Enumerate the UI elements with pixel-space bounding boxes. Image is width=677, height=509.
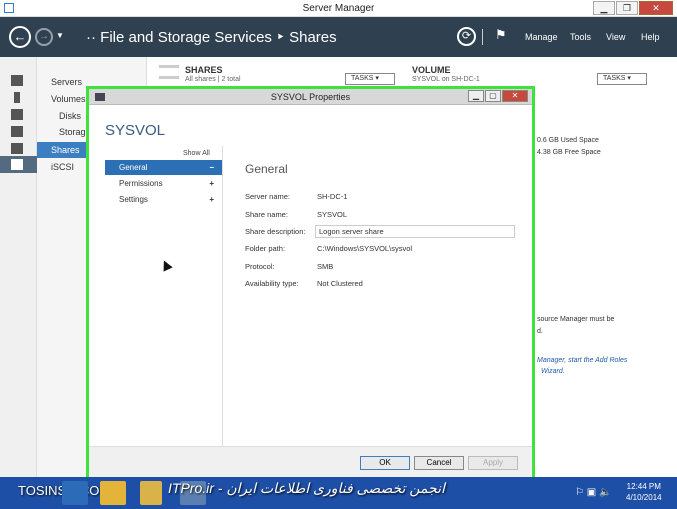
watermark-right: ITPro.ir - انجمن تخصصی فناوری اطلاعات ای… [168,480,445,496]
server-name-value: SH-DC-1 [317,192,348,201]
window-titlebar: Server Manager ▁ ❐ ✕ [0,0,677,17]
volume-subtitle: SYSVOL on SH-DC-1 [412,76,480,83]
tasks-label: TASKS [351,75,374,82]
free-space-text: 4.38 GB Free Space [537,149,601,156]
header-divider [482,29,483,45]
section-permissions-label: Permissions [119,179,163,188]
section-settings[interactable]: Settings + [105,192,222,207]
folder-path-value: C:\Windows\SYSVOL\sysvol [317,244,413,253]
expand-icon: + [209,179,214,188]
clock-time: 12:44 PM [626,482,661,491]
dialog-body: SYSVOL Show All General − Permissions + … [89,106,532,446]
dialog-footer: OK Cancel Apply [89,446,532,477]
shares-subtitle: All shares | 2 total [185,76,241,83]
ok-button[interactable]: OK [360,456,410,470]
folder-path-label: Folder path: [245,244,286,253]
history-dropdown-icon[interactable]: ▼ [56,31,64,40]
dialog-heading: SYSVOL [105,122,166,139]
file-storage-icon[interactable] [11,159,23,170]
apply-button[interactable]: Apply [468,456,518,470]
fsrm-text: source Manager must be [537,316,615,323]
section-general-label: General [119,163,148,172]
section-permissions[interactable]: Permissions + [105,176,222,191]
general-section-title: General [245,162,288,176]
dialog-titlebar: SYSVOL Properties ▁ ▢ ✕ [89,89,532,105]
shares-title: SHARES [185,65,223,75]
clock[interactable]: 12:44 PM 4/10/2014 [626,481,662,503]
menu-manage[interactable]: Manage [525,32,558,42]
app-header: ← → ▼ ·· File and Storage Services ‣ Sha… [0,17,677,57]
protocol-value: SMB [317,262,334,271]
volume-tasks-button[interactable]: TASKS ▾ [597,73,647,85]
expand-icon: + [209,195,214,204]
minimize-button[interactable]: ▁ [593,1,615,15]
powershell-icon[interactable] [62,481,88,505]
section-divider [222,146,223,446]
nav-iscsi[interactable]: iSCSI [51,162,74,172]
share-description-label: Share description: [245,227,306,236]
menu-tools[interactable]: Tools [570,32,591,42]
fsrm-text-end: d. [537,328,543,335]
menu-view[interactable]: View [606,32,625,42]
collapse-icon: − [209,163,214,172]
add-roles-link[interactable]: Manager, start the Add Roles [537,357,627,364]
section-general[interactable]: General − [105,160,222,175]
nav-volumes[interactable]: Volumes [51,94,86,104]
clock-date: 4/10/2014 [626,493,662,502]
server-name-label: Server name: [245,192,291,201]
cancel-button[interactable]: Cancel [414,456,464,470]
explorer-icon[interactable] [100,481,126,505]
dns-icon[interactable] [11,143,23,154]
tasks-label: TASKS [603,75,626,82]
nav-servers[interactable]: Servers [51,77,82,87]
dialog-minimize-button[interactable]: ▁ [468,90,484,102]
dialog-close-button[interactable]: ✕ [502,90,528,102]
availability-label: Availability type: [245,279,299,288]
local-server-icon[interactable] [14,92,20,103]
dialog-maximize-button[interactable]: ▢ [485,90,501,102]
section-settings-label: Settings [119,195,148,204]
forward-arrow-icon[interactable]: → [35,28,53,46]
back-arrow-icon[interactable]: ← [9,26,31,48]
shares-tasks-button[interactable]: TASKS ▾ [345,73,395,85]
icon-rail [0,57,37,477]
wizard-link[interactable]: Wizard. [541,368,565,375]
availability-value: Not Clustered [317,279,363,288]
menu-help[interactable]: Help [641,32,660,42]
used-space-text: 0.6 GB Used Space [537,137,599,144]
protocol-label: Protocol: [245,262,275,271]
maximize-button[interactable]: ❐ [616,1,638,15]
nav-disks[interactable]: Disks [59,111,81,121]
nav-storage-pools[interactable]: Storag [59,127,86,137]
dashboard-icon[interactable] [11,75,23,86]
properties-dialog: SYSVOL Properties ▁ ▢ ✕ SYSVOL Show All … [86,86,535,480]
window-title: Server Manager [302,3,375,14]
breadcrumb[interactable]: ·· File and Storage Services ‣ Shares [86,28,337,46]
shares-icon [159,65,179,79]
show-all-link[interactable]: Show All [183,150,210,157]
ad-ds-icon[interactable] [11,126,23,137]
share-name-label: Share name: [245,210,288,219]
refresh-icon[interactable]: ⟳ [457,27,476,46]
all-servers-icon[interactable] [11,109,23,120]
close-button[interactable]: ✕ [639,1,673,15]
notifications-flag-icon[interactable]: ⚑ [495,27,507,43]
volume-title: VOLUME [412,65,451,75]
mouse-pointer-icon [159,258,173,272]
share-description-input[interactable] [315,225,515,238]
tray-icons[interactable]: ⚐ ▣ 🔈 [575,487,611,498]
share-name-value: SYSVOL [317,210,348,219]
dialog-title: SYSVOL Properties [270,92,351,102]
taskbar: TOSINSO.COM ITPro.ir - انجمن تخصصی فناور… [0,477,677,509]
folder-icon[interactable] [140,481,162,505]
